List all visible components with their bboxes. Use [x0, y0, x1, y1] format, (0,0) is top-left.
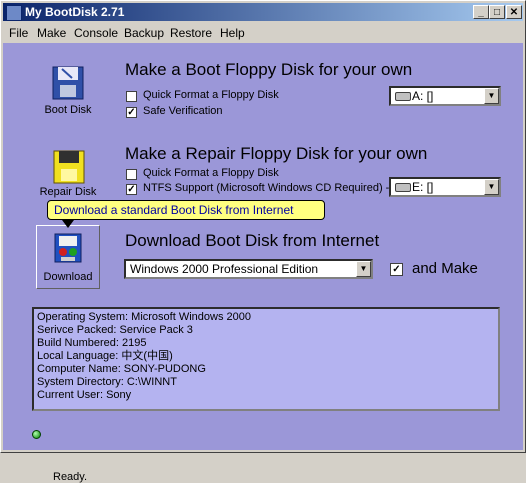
menu-file[interactable]: File	[9, 26, 28, 40]
menu-help[interactable]: Help	[220, 26, 245, 40]
info-system-directory: System Directory: C:\WINNT	[37, 376, 177, 388]
info-computer-name: Computer Name: SONY-PUDONG	[37, 363, 206, 375]
info-current-user: Current User: Sony	[37, 389, 132, 401]
title-bar[interactable]: My BootDisk 2.71 _ □ ✕	[3, 3, 523, 21]
repair-disk-icon[interactable]	[51, 149, 87, 185]
download-tooltip: Download a standard Boot Disk from Inter…	[47, 200, 325, 228]
boot-quick-format-label[interactable]: Quick Format a Floppy Disk	[143, 89, 279, 101]
close-button[interactable]: ✕	[506, 5, 522, 19]
menu-make[interactable]: Make	[37, 26, 66, 40]
repair-disk-label[interactable]: Repair Disk	[28, 186, 108, 198]
repair-quick-format-label[interactable]: Quick Format a Floppy Disk	[143, 167, 279, 179]
boot-drive-value: A: []	[412, 89, 434, 103]
app-icon[interactable]	[6, 5, 22, 21]
boot-drive-select[interactable]: A: [] ▼	[389, 86, 501, 106]
boot-disk-icon[interactable]	[50, 65, 86, 101]
status-text: Ready.	[53, 471, 88, 483]
app-window: My BootDisk 2.71 _ □ ✕ File Make Console…	[0, 0, 526, 483]
and-make-checkbox[interactable]: ✓	[390, 263, 403, 276]
repair-drive-select[interactable]: E: [] ▼	[389, 177, 501, 197]
download-heading: Download Boot Disk from Internet	[125, 231, 380, 250]
repair-heading: Make a Repair Floppy Disk for your own	[125, 144, 428, 163]
menu-backup[interactable]: Backup	[124, 26, 164, 40]
menu-restore[interactable]: Restore	[170, 26, 212, 40]
ntfs-support-label[interactable]: NTFS Support (Microsoft Windows CD Requi…	[143, 182, 396, 194]
system-info-panel: Operating System: Microsoft Windows 2000…	[32, 307, 500, 411]
minimize-button[interactable]: _	[473, 5, 489, 19]
menu-bar: File Make Console Backup Restore Help	[3, 23, 523, 42]
boot-quick-format-checkbox[interactable]	[126, 91, 137, 102]
boot-disk-label[interactable]: Boot Disk	[28, 104, 108, 116]
download-label: Download	[43, 271, 93, 283]
info-build: Build Numbered: 2195	[37, 337, 147, 349]
status-led-icon	[32, 430, 41, 439]
info-os: Operating System: Microsoft Windows 2000	[37, 311, 251, 323]
edition-value: Windows 2000 Professional Edition	[130, 262, 319, 276]
edition-select[interactable]: Windows 2000 Professional Edition ▼	[124, 259, 373, 279]
cdrom-drive-icon	[395, 183, 411, 193]
window-title: My BootDisk 2.71	[25, 5, 125, 19]
safe-verification-label[interactable]: Safe Verification	[143, 105, 223, 117]
download-icon	[51, 232, 85, 264]
chevron-down-icon[interactable]: ▼	[484, 88, 499, 104]
download-button[interactable]: Download	[36, 225, 100, 289]
repair-quick-format-checkbox[interactable]	[126, 169, 137, 180]
maximize-button[interactable]: □	[489, 5, 505, 19]
floppy-drive-icon	[395, 92, 411, 102]
chevron-down-icon[interactable]: ▼	[484, 179, 499, 195]
info-service-pack: Serivce Packed: Service Pack 3	[37, 324, 193, 336]
chevron-down-icon[interactable]: ▼	[356, 261, 371, 277]
boot-heading: Make a Boot Floppy Disk for your own	[125, 60, 413, 79]
safe-verification-checkbox[interactable]: ✓	[126, 107, 137, 118]
and-make-label[interactable]: and Make	[412, 260, 478, 277]
menu-console[interactable]: Console	[74, 26, 118, 40]
repair-drive-value: E: []	[412, 180, 434, 194]
ntfs-support-checkbox[interactable]: ✓	[126, 184, 137, 195]
info-language: Local Language: 中文(中国)	[37, 350, 173, 362]
